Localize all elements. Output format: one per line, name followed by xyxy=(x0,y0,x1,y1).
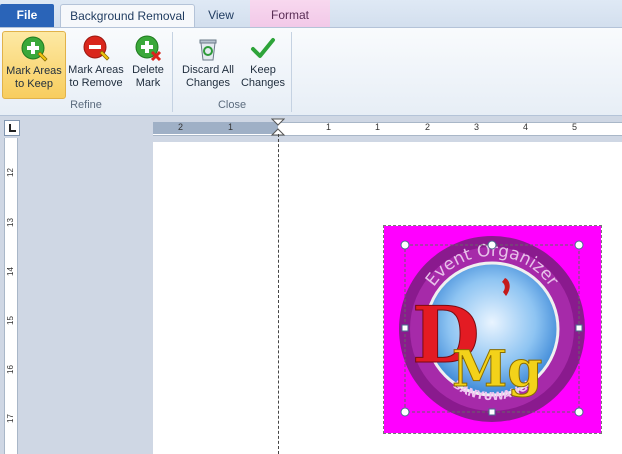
ribbon: Mark Areas to Keep Mark Areas to Remove … xyxy=(0,27,622,116)
tab-background-removal[interactable]: Background Removal xyxy=(60,4,195,28)
tab-selector[interactable] xyxy=(4,120,20,136)
group-separator xyxy=(291,32,292,112)
ruler-left-margin xyxy=(153,122,278,134)
recycle-bin-icon xyxy=(199,39,217,61)
minus-pencil-icon xyxy=(83,35,110,61)
ruler-tick: 12 xyxy=(5,168,15,177)
keep-changes-label: Keep Changes xyxy=(240,64,286,89)
group-separator xyxy=(172,32,173,112)
ruler-tick: 1 xyxy=(326,122,332,132)
selected-picture[interactable]: Event Organizer BANYUWANGI D Mg xyxy=(383,225,602,434)
delete-mark-label: Delete Mark xyxy=(132,64,164,89)
ruler-tick: 5 xyxy=(572,122,578,132)
discard-all-label: Discard All Changes xyxy=(182,64,234,89)
ruler-tick: 1 xyxy=(375,122,381,132)
checkmark-icon xyxy=(251,38,275,58)
ruler-tick: 4 xyxy=(523,122,529,132)
ruler-tick: 2 xyxy=(178,122,184,132)
vertical-ruler[interactable]: 12 13 14 15 16 17 xyxy=(4,138,18,454)
ruler-tick: 2 xyxy=(425,122,431,132)
mark-areas-to-keep-button[interactable]: Mark Areas to Keep xyxy=(2,31,66,99)
ruler-tick: 1 xyxy=(228,122,234,132)
delete-mark-icon xyxy=(135,35,162,62)
mark-remove-label: Mark Areas to Remove xyxy=(68,64,124,89)
keep-changes-button[interactable]: Keep Changes xyxy=(238,31,288,97)
ruler-tick: 3 xyxy=(474,122,480,132)
tab-view[interactable]: View xyxy=(196,4,246,27)
group-label-refine: Refine xyxy=(70,99,102,111)
group-label-close: Close xyxy=(217,99,247,111)
ruler-tick: 17 xyxy=(5,414,15,423)
logo-letters-mg: Mg xyxy=(452,339,542,398)
ruler-tick: 13 xyxy=(5,218,15,227)
delete-mark-button[interactable]: Delete Mark xyxy=(127,31,169,97)
margin-guide xyxy=(278,134,279,454)
tab-format[interactable]: Format xyxy=(250,4,330,27)
tab-file[interactable]: File xyxy=(0,4,54,27)
left-tab-icon xyxy=(9,124,16,132)
plus-pencil-icon xyxy=(21,36,48,62)
ruler-tick: 14 xyxy=(5,267,15,276)
logo-image: Event Organizer BANYUWANGI D Mg xyxy=(384,226,601,433)
ruler-tick: 16 xyxy=(5,365,15,374)
discard-all-changes-button[interactable]: Discard All Changes xyxy=(178,31,238,97)
ruler-tick: 15 xyxy=(5,316,15,325)
mark-keep-label: Mark Areas to Keep xyxy=(6,65,62,90)
mark-areas-to-remove-button[interactable]: Mark Areas to Remove xyxy=(66,31,126,97)
